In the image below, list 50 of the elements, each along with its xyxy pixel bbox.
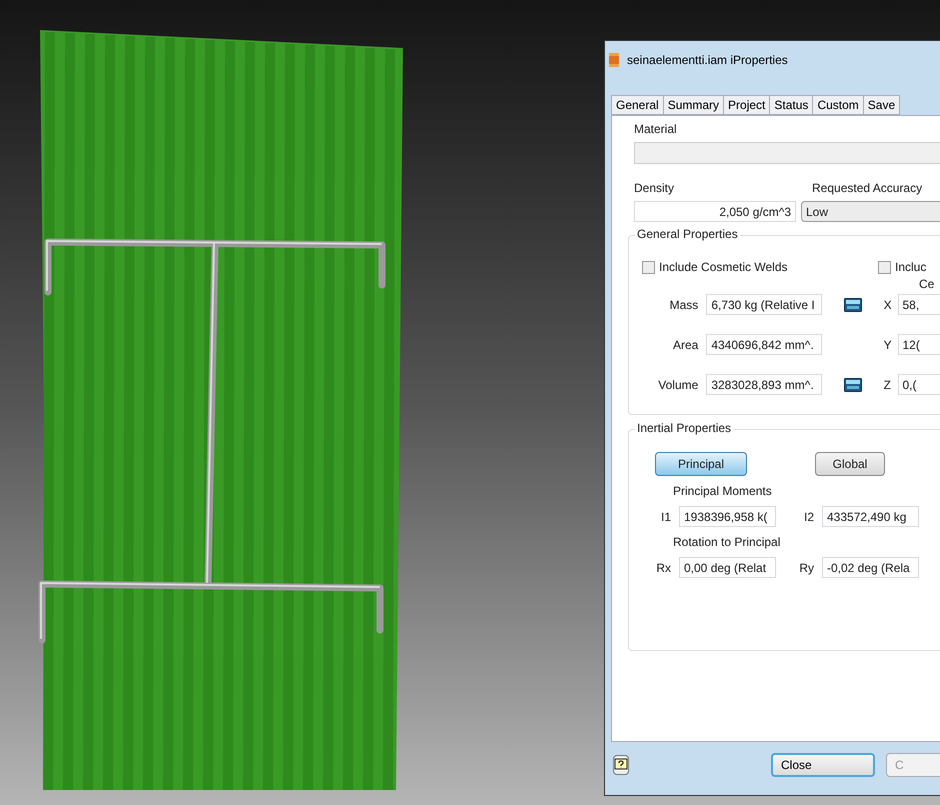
- field-label: Material: [634, 121, 678, 138]
- rotation-label: Rx: [655, 560, 672, 576]
- coordinate-field[interactable]: 12(: [898, 334, 940, 355]
- checkbox-label: Include Cosmetic Welds: [659, 259, 788, 276]
- group-title: Inertial Properties: [635, 422, 734, 434]
- property-label: Area: [672, 336, 700, 354]
- axis-label: Z: [884, 376, 892, 394]
- property-label: Mass: [668, 296, 700, 314]
- tab[interactable]: Summary: [662, 95, 724, 115]
- calculator-icon[interactable]: [844, 378, 862, 392]
- window-title: seinaelementti.iam iProperties: [627, 52, 788, 69]
- density-field[interactable]: 2,050 g/cm^3: [634, 201, 796, 222]
- property-field[interactable]: 6,730 kg (Relative I: [706, 294, 822, 315]
- section-label: Principal Moments: [673, 484, 772, 498]
- property-field[interactable]: 4340696,842 mm^.: [706, 334, 822, 355]
- moment-label: I1: [660, 508, 672, 526]
- property-label: Volume: [657, 376, 700, 394]
- field-label: Density: [634, 180, 676, 197]
- property-field[interactable]: 3283028,893 mm^.: [706, 374, 822, 395]
- help-button[interactable]: [613, 755, 629, 775]
- material-field[interactable]: [634, 142, 940, 164]
- coordinate-field[interactable]: 0,(: [898, 374, 940, 395]
- checkbox[interactable]: [878, 260, 891, 274]
- app-logo-icon: [609, 53, 619, 67]
- calculator-icon[interactable]: [844, 298, 862, 312]
- axis-label: X: [884, 296, 893, 314]
- dialog-button[interactable]: Close: [771, 753, 875, 777]
- mode-button[interactable]: Global: [815, 452, 885, 476]
- coordinate-field[interactable]: 58,: [898, 294, 940, 315]
- group-title: General Properties: [635, 228, 740, 240]
- rotation-label: Ry: [798, 560, 815, 576]
- moment-label: I2: [802, 508, 815, 526]
- column-heading: Ce: [919, 277, 934, 291]
- accuracy-dropdown[interactable]: Low: [801, 201, 940, 222]
- tab[interactable]: Project: [723, 95, 770, 115]
- moment-field[interactable]: 433572,490 kg: [822, 506, 919, 527]
- checkbox[interactable]: [642, 260, 655, 274]
- mode-button[interactable]: Principal: [655, 452, 747, 476]
- section-label: Rotation to Principal: [673, 535, 780, 549]
- tab[interactable]: Status: [769, 95, 814, 115]
- moment-field[interactable]: 1938396,958 k(: [679, 506, 776, 527]
- field-label: Requested Accuracy: [812, 180, 922, 197]
- tab[interactable]: Custom: [812, 95, 864, 115]
- rotation-field[interactable]: -0,02 deg (Rela: [822, 557, 919, 578]
- axis-label: Y: [884, 336, 893, 354]
- help-icon: [614, 758, 628, 772]
- tab[interactable]: General: [611, 95, 664, 115]
- checkbox-label: Incluc: [895, 259, 926, 276]
- rotation-field[interactable]: 0,00 deg (Relat: [679, 557, 776, 578]
- tab[interactable]: Save: [862, 95, 900, 115]
